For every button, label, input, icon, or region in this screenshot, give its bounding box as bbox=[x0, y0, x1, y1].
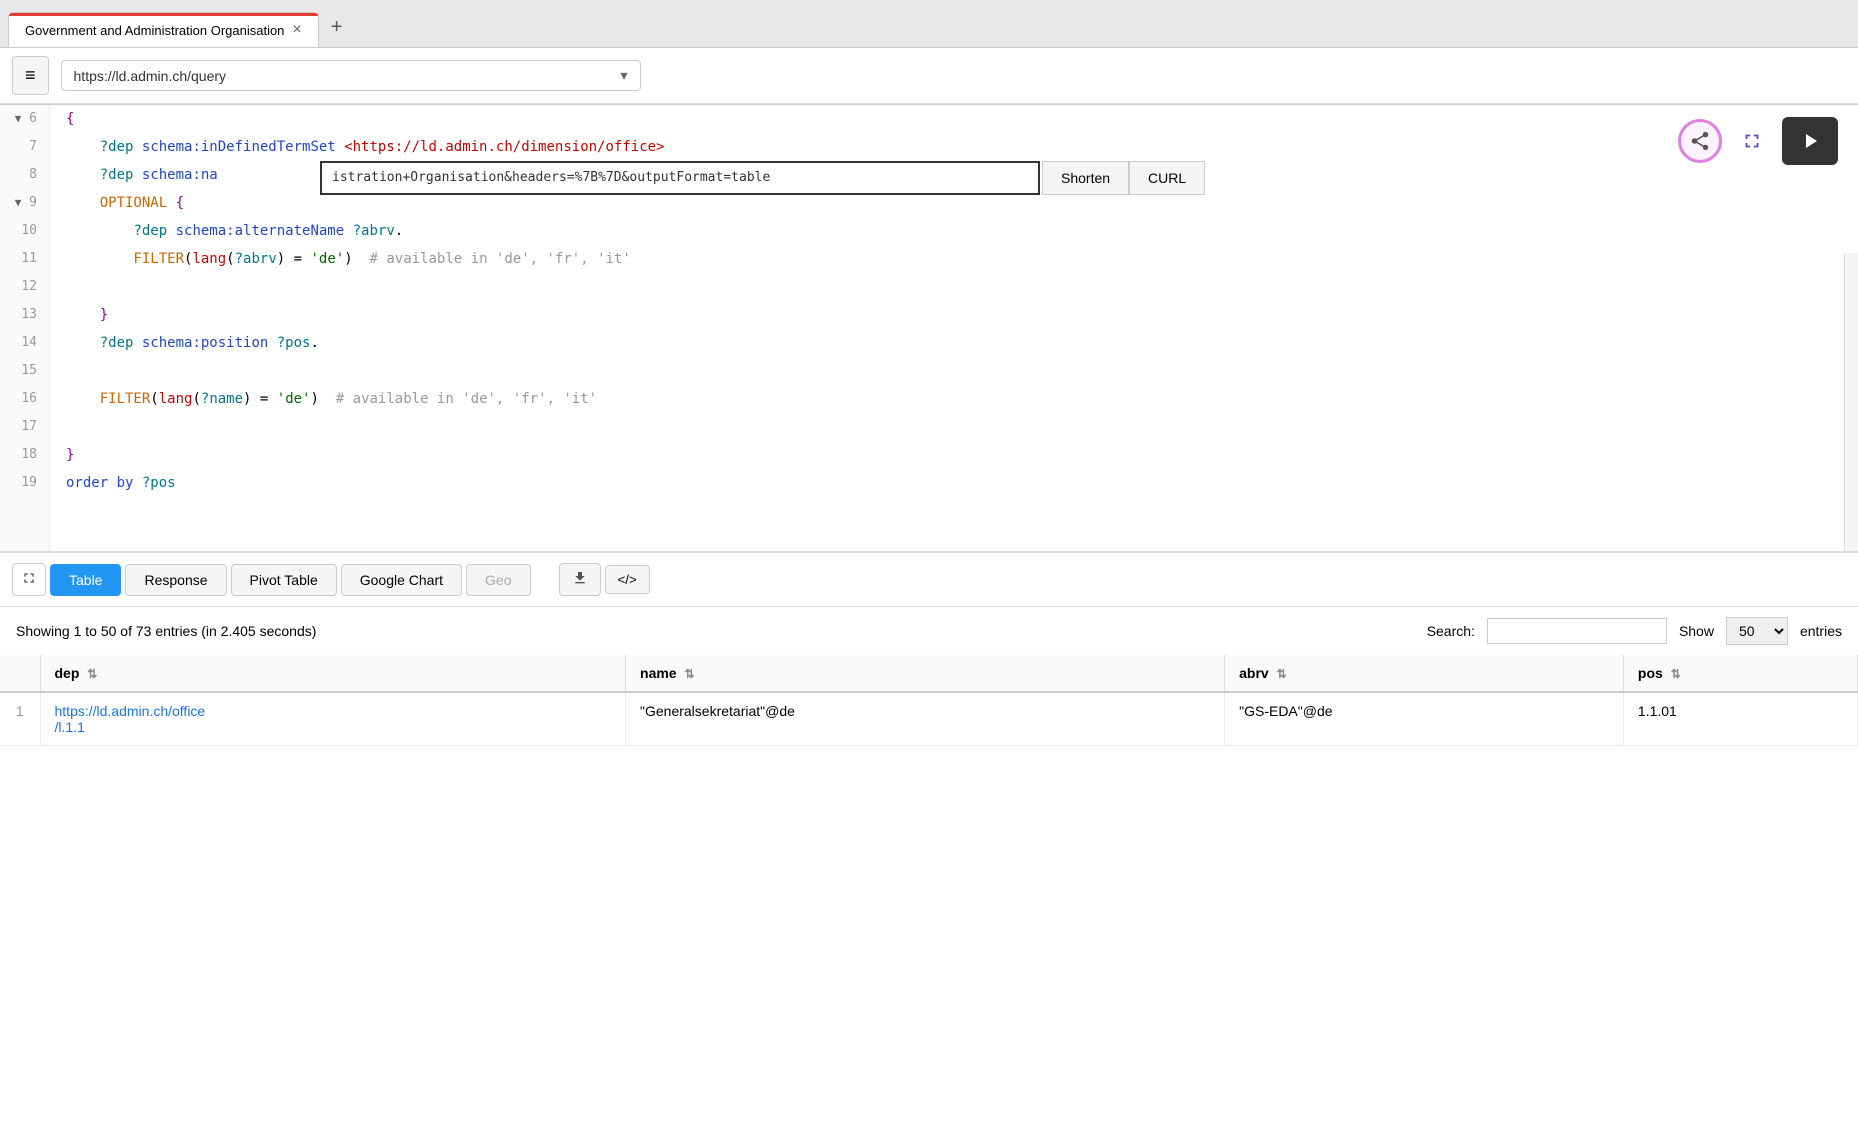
row-pos: 1.1.01 bbox=[1623, 692, 1857, 746]
tab-table[interactable]: Table bbox=[50, 564, 121, 596]
share-button[interactable] bbox=[1678, 119, 1722, 163]
show-entries-select[interactable]: 50 25 100 bbox=[1726, 617, 1788, 645]
expand-results-button[interactable] bbox=[12, 563, 46, 596]
results-tabs-bar: Table Response Pivot Table Google Chart … bbox=[0, 553, 1858, 607]
new-tab-button[interactable]: + bbox=[319, 8, 355, 47]
tab-google-chart[interactable]: Google Chart bbox=[341, 564, 462, 596]
results-table: dep ⇅ name ⇅ abrv ⇅ pos ⇅ 1 https://ld.a… bbox=[0, 655, 1858, 746]
code-line-16: FILTER(lang(?name) = 'de') # available i… bbox=[66, 385, 1842, 413]
code-line-11: FILTER(lang(?abrv) = 'de') # available i… bbox=[66, 245, 1842, 273]
code-button[interactable]: </> bbox=[605, 565, 650, 594]
tab-response[interactable]: Response bbox=[125, 564, 226, 596]
browser-tab[interactable]: Government and Administration Organisati… bbox=[8, 12, 319, 47]
tab-pivot-table[interactable]: Pivot Table bbox=[231, 564, 337, 596]
address-bar: ≡ https://ld.admin.ch/query ▾ bbox=[0, 48, 1858, 104]
download-button[interactable] bbox=[559, 563, 601, 596]
expand-small-icon bbox=[21, 570, 37, 586]
col-pos[interactable]: pos ⇅ bbox=[1623, 655, 1857, 692]
code-line-6: { bbox=[66, 105, 1842, 133]
code-line-12 bbox=[66, 273, 1842, 301]
line-numbers: ▼ 6 7 8 ▼ 9 10 11 12 13 14 15 16 17 18 1… bbox=[0, 105, 50, 551]
tab-title: Government and Administration Organisati… bbox=[25, 23, 284, 38]
code-line-13: } bbox=[66, 301, 1842, 329]
table-row: 1 https://ld.admin.ch/office/l.1.1 "Gene… bbox=[0, 692, 1858, 746]
row-name: "Generalsekretariat"@de bbox=[626, 692, 1225, 746]
code-line-19: order by ?pos bbox=[66, 469, 1842, 497]
tab-close-button[interactable]: × bbox=[292, 21, 301, 39]
expand-icon bbox=[1741, 130, 1763, 152]
run-query-button[interactable] bbox=[1782, 117, 1838, 165]
code-line-7: ?dep schema:inDefinedTermSet <https://ld… bbox=[66, 133, 1842, 161]
menu-button[interactable]: ≡ bbox=[12, 56, 49, 95]
row-abrv: "GS-EDA"@de bbox=[1225, 692, 1624, 746]
results-count-text: Showing 1 to 50 of 73 entries (in 2.405 … bbox=[16, 623, 316, 639]
curl-button[interactable]: CURL bbox=[1129, 161, 1205, 195]
col-name[interactable]: name ⇅ bbox=[626, 655, 1225, 692]
editor-actions bbox=[1678, 117, 1838, 165]
code-line-17 bbox=[66, 413, 1842, 441]
search-input[interactable] bbox=[1487, 618, 1667, 644]
code-line-18: } bbox=[66, 441, 1842, 469]
play-icon bbox=[1798, 129, 1822, 153]
search-label: Search: bbox=[1427, 623, 1475, 639]
share-icon bbox=[1689, 130, 1711, 152]
expand-editor-button[interactable] bbox=[1730, 119, 1774, 163]
row-num: 1 bbox=[0, 692, 40, 746]
url-popup: istration+Organisation&headers=%7B%7D&ou… bbox=[320, 161, 1205, 195]
entries-label: entries bbox=[1800, 623, 1842, 639]
shorten-button[interactable]: Shorten bbox=[1042, 161, 1129, 195]
col-num bbox=[0, 655, 40, 692]
download-icon bbox=[572, 570, 588, 586]
results-info-bar: Showing 1 to 50 of 73 entries (in 2.405 … bbox=[0, 607, 1858, 655]
results-area: Table Response Pivot Table Google Chart … bbox=[0, 553, 1858, 746]
code-line-15 bbox=[66, 357, 1842, 385]
tab-geo[interactable]: Geo bbox=[466, 564, 530, 596]
row-dep: https://ld.admin.ch/office/l.1.1 bbox=[40, 692, 626, 746]
show-label: Show bbox=[1679, 623, 1714, 639]
code-line-14: ?dep schema:position ?pos. bbox=[66, 329, 1842, 357]
dep-link[interactable]: https://ld.admin.ch/office/l.1.1 bbox=[55, 703, 206, 735]
editor-scrollbar[interactable] bbox=[1844, 253, 1858, 551]
code-line-10: ?dep schema:alternateName ?abrv. bbox=[66, 217, 1842, 245]
col-abrv[interactable]: abrv ⇅ bbox=[1225, 655, 1624, 692]
url-dropdown-icon[interactable]: ▾ bbox=[620, 67, 627, 84]
url-text: https://ld.admin.ch/query bbox=[74, 68, 613, 84]
url-popup-input[interactable]: istration+Organisation&headers=%7B%7D&ou… bbox=[320, 161, 1040, 195]
col-dep[interactable]: dep ⇅ bbox=[40, 655, 626, 692]
url-box[interactable]: https://ld.admin.ch/query ▾ bbox=[61, 60, 641, 91]
